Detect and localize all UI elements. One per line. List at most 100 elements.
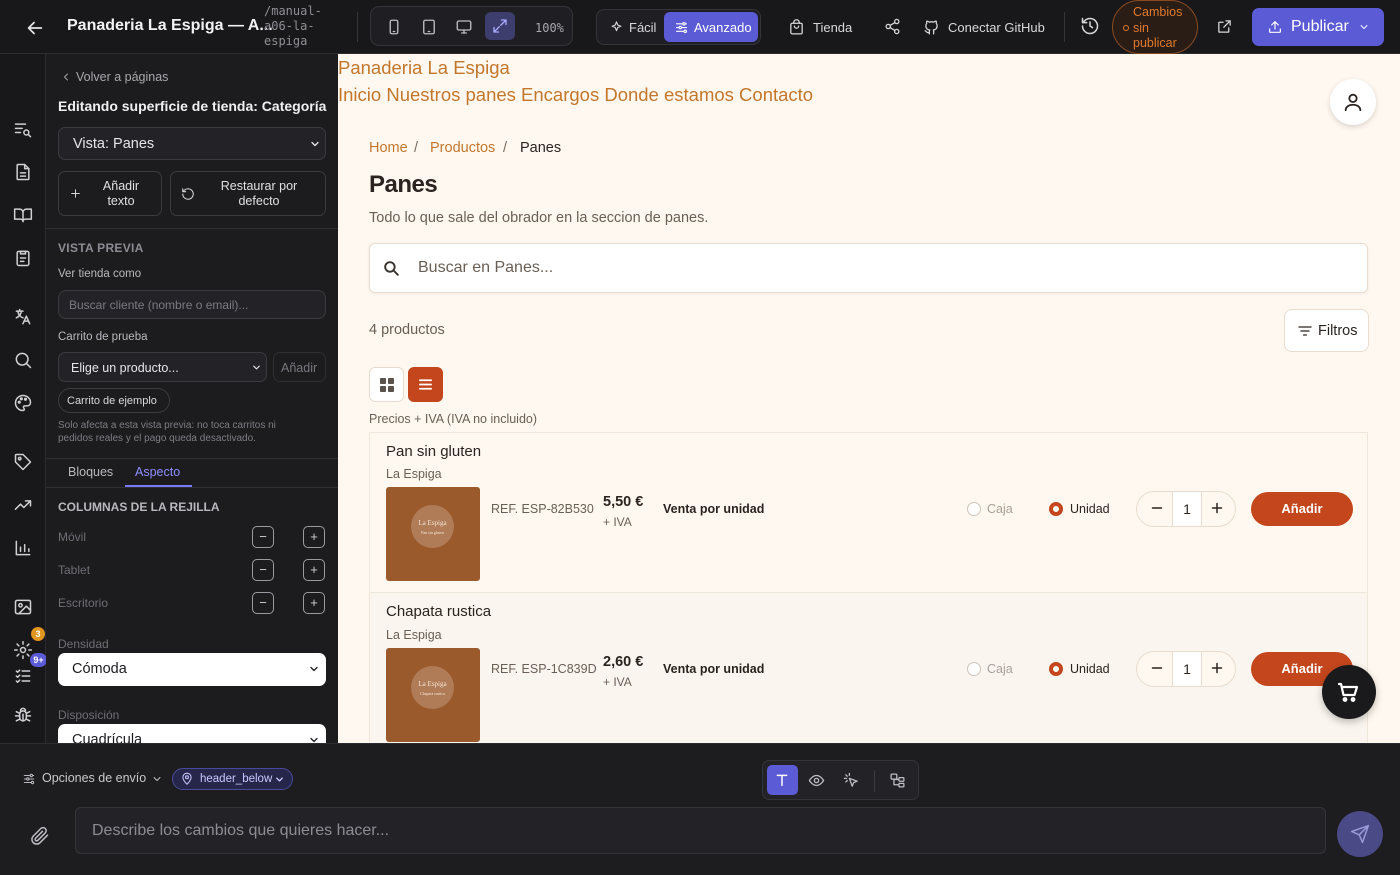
product-tax: + IVA — [603, 675, 632, 689]
checklist-icon[interactable] — [13, 666, 33, 686]
search-icon[interactable] — [13, 350, 33, 370]
shop-name[interactable]: Panaderia La Espiga — [338, 57, 510, 79]
mode-easy-button[interactable]: Fácil — [601, 10, 664, 44]
customer-search-input[interactable]: Buscar cliente (nombre o email)... — [58, 290, 326, 319]
account-button[interactable] — [1330, 79, 1376, 125]
select-element-icon[interactable] — [843, 772, 860, 789]
quantity-stepper: 1 — [1136, 491, 1236, 527]
trending-up-icon[interactable] — [13, 495, 33, 515]
desktop-minus-button[interactable]: − — [252, 592, 274, 614]
map-pin-icon — [180, 772, 194, 786]
quantity-input[interactable]: 1 — [1172, 492, 1202, 526]
add-text-button[interactable]: Añadir texto — [58, 171, 162, 216]
desktop-plus-button[interactable]: + — [303, 592, 325, 614]
product-brand: La Espiga — [386, 628, 442, 642]
quantity-input[interactable]: 1 — [1172, 652, 1202, 686]
paperclip-icon[interactable] — [30, 826, 50, 846]
main-nav[interactable]: Inicio Nuestros panes Encargos Donde est… — [338, 84, 813, 106]
send-button[interactable] — [1337, 811, 1383, 857]
shipping-options-button[interactable]: Opciones de envío — [42, 771, 146, 785]
chevron-left-icon — [60, 71, 72, 83]
clipboard-icon[interactable] — [13, 248, 33, 268]
minus-icon[interactable] — [1148, 499, 1166, 517]
back-to-pages-link[interactable]: Volver a páginas — [76, 70, 168, 84]
grid-view-button[interactable] — [369, 367, 404, 402]
tasks-badge: 9+ — [30, 653, 47, 667]
text-mode-icon[interactable] — [767, 765, 798, 795]
product-name[interactable]: Pan sin gluten — [386, 443, 481, 460]
product-price: 5,50 € — [603, 494, 644, 510]
mode-advanced-button[interactable]: Avanzado — [664, 12, 758, 42]
external-link-icon[interactable] — [1216, 18, 1233, 35]
chevron-down-icon[interactable] — [151, 773, 163, 785]
arrow-left-icon[interactable] — [24, 17, 46, 39]
unit-option-label: Unidad — [1070, 502, 1110, 516]
share-icon[interactable] — [884, 18, 901, 35]
breadcrumb-home[interactable]: Home — [369, 140, 408, 156]
density-select[interactable]: Cómoda — [58, 653, 326, 686]
add-to-test-cart-button[interactable]: Añadir — [273, 352, 326, 382]
view-select[interactable]: Vista: Panes — [58, 127, 326, 160]
rotate-ccw-icon — [181, 187, 195, 201]
filters-button[interactable]: Filtros — [1284, 309, 1369, 352]
minus-icon[interactable] — [1148, 659, 1166, 677]
translate-icon[interactable] — [13, 307, 33, 327]
tab-appearance[interactable]: Aspecto — [135, 465, 180, 479]
mode-toggle: Fácil Avanzado — [596, 9, 761, 45]
tablet-device-icon[interactable] — [420, 18, 438, 36]
eye-icon[interactable] — [808, 772, 825, 789]
history-icon[interactable] — [1080, 16, 1100, 36]
page-subtitle: Todo lo que sale del obrador en la secci… — [369, 210, 709, 226]
store-button[interactable]: Tienda — [780, 10, 860, 44]
tablet-plus-button[interactable]: + — [303, 559, 325, 581]
bug-icon[interactable] — [13, 705, 33, 725]
target-tag-chip[interactable]: header_below — [172, 768, 293, 790]
restore-default-button[interactable]: Restaurar por defecto — [170, 171, 326, 216]
product-search-input[interactable]: Buscar en Panes... — [369, 243, 1368, 293]
structure-tree-icon[interactable] — [889, 772, 906, 789]
unsaved-changes-badge[interactable]: Cambios sin publicar — [1112, 0, 1198, 54]
box-option-radio[interactable] — [967, 502, 981, 516]
prompt-input[interactable]: Describe los cambios que quieres hacer..… — [75, 807, 1326, 854]
product-image[interactable]: La Espiga Pan sin gluten — [386, 487, 480, 581]
image-icon[interactable] — [13, 597, 33, 617]
cart-button[interactable] — [1322, 665, 1376, 719]
unit-option-radio[interactable] — [1049, 502, 1063, 516]
tag-icon[interactable] — [13, 452, 33, 472]
list-view-button[interactable] — [408, 367, 443, 402]
search-list-icon[interactable] — [13, 120, 33, 140]
tablet-minus-button[interactable]: − — [252, 559, 274, 581]
palette-icon[interactable] — [13, 393, 33, 413]
box-option-radio[interactable] — [967, 662, 981, 676]
mobile-minus-button[interactable]: − — [252, 526, 274, 548]
connect-github-button[interactable]: Conectar GitHub — [915, 10, 1053, 44]
shopping-cart-icon — [1322, 665, 1376, 719]
plus-icon[interactable] — [1208, 659, 1226, 677]
tab-blocks[interactable]: Bloques — [68, 465, 113, 479]
unit-option-radio[interactable] — [1049, 662, 1063, 676]
send-icon — [1337, 811, 1383, 857]
file-text-icon[interactable] — [13, 162, 33, 182]
zoom-level[interactable]: 100% — [535, 21, 564, 35]
mobile-device-icon[interactable] — [385, 18, 403, 36]
search-icon — [382, 259, 401, 278]
desktop-device-icon[interactable] — [455, 18, 473, 36]
breadcrumb-products[interactable]: Productos — [430, 140, 495, 156]
divider — [46, 458, 338, 459]
product-image[interactable]: La Espiga Chapata rustica — [386, 648, 480, 742]
sample-cart-button[interactable]: Carrito de ejemplo — [58, 388, 170, 413]
book-open-icon[interactable] — [13, 205, 33, 225]
publish-button[interactable]: Publicar — [1252, 8, 1384, 46]
breadcrumb-separator: / — [414, 140, 419, 156]
product-select[interactable]: Elige un producto... — [58, 352, 267, 382]
plus-icon[interactable] — [1208, 499, 1226, 517]
layout-select[interactable]: Cuadrícula — [58, 724, 326, 743]
product-name[interactable]: Chapata rustica — [386, 603, 491, 620]
breadcrumb-separator: / — [503, 140, 508, 156]
bar-chart-icon[interactable] — [13, 538, 33, 558]
fullscreen-icon[interactable] — [485, 12, 515, 40]
sliders-icon — [22, 772, 36, 786]
add-to-cart-button[interactable]: Añadir — [1251, 492, 1353, 526]
mobile-plus-button[interactable]: + — [303, 526, 325, 548]
price-note: Precios + IVA (IVA no incluido) — [369, 412, 538, 426]
